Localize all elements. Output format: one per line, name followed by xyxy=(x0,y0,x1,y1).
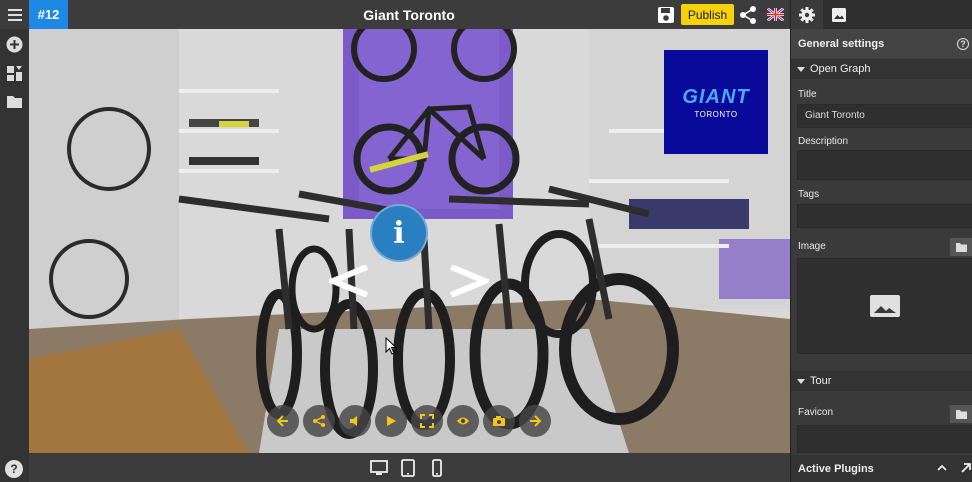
tour-id-badge[interactable]: #12 xyxy=(29,0,68,29)
logo-city-text: TORONTO xyxy=(694,109,738,119)
settings-panel: General settings ? Open Graph Title Gian… xyxy=(790,0,972,482)
section-open-graph-label: Open Graph xyxy=(810,63,871,75)
panel-title-text: General settings xyxy=(798,38,885,50)
og-title-input[interactable]: Giant Toronto xyxy=(797,104,972,128)
og-description-label: Description xyxy=(798,136,849,147)
hotspot-layout-icon[interactable] xyxy=(5,64,24,83)
device-preview-bar xyxy=(29,453,790,482)
arrow-right-icon xyxy=(530,415,542,427)
active-plugins-bar[interactable]: Active Plugins xyxy=(791,455,972,482)
og-tags-input[interactable] xyxy=(797,204,972,228)
og-title-label: Title xyxy=(798,89,817,100)
image-placeholder-icon xyxy=(870,295,900,317)
active-plugins-label: Active Plugins xyxy=(798,463,874,475)
chevron-up-icon[interactable] xyxy=(937,463,947,473)
next-button[interactable] xyxy=(519,405,551,437)
favicon-label: Favicon xyxy=(798,407,834,418)
snapshot-button[interactable] xyxy=(483,405,515,437)
image-icon xyxy=(832,7,846,22)
play-button[interactable] xyxy=(375,405,407,437)
plus-icon[interactable] xyxy=(5,35,24,54)
share-icon[interactable] xyxy=(739,5,757,25)
phone-icon[interactable] xyxy=(428,459,446,477)
giant-logo: GIANT TORONTO xyxy=(664,50,768,154)
eye-icon xyxy=(457,417,469,425)
folder-icon[interactable] xyxy=(5,92,24,111)
tour-title: Giant Toronto xyxy=(363,6,455,23)
section-tour-label: Tour xyxy=(810,375,832,387)
share-icon xyxy=(313,415,325,427)
tablet-icon[interactable] xyxy=(399,459,417,477)
help-button[interactable]: ? xyxy=(5,460,23,478)
mouse-cursor-icon xyxy=(385,337,397,355)
tab-media[interactable] xyxy=(823,0,855,29)
camera-icon xyxy=(493,416,505,426)
info-hotspot[interactable]: i xyxy=(370,204,428,262)
favicon-input[interactable] xyxy=(797,425,972,453)
share-button[interactable] xyxy=(303,405,335,437)
volume-button[interactable] xyxy=(339,405,371,437)
og-image-dropzone[interactable] xyxy=(797,258,972,354)
og-description-input[interactable] xyxy=(797,150,972,180)
tab-settings[interactable] xyxy=(791,0,823,29)
publish-button[interactable]: Publish xyxy=(681,4,734,25)
fullscreen-button[interactable] xyxy=(411,405,443,437)
view-button[interactable] xyxy=(447,405,479,437)
og-tags-label: Tags xyxy=(798,189,820,200)
mountain-icon xyxy=(874,306,896,313)
top-bar: #12 Giant Toronto Publish xyxy=(0,0,790,29)
favicon-browse-button[interactable] xyxy=(950,405,972,423)
desktop-icon[interactable] xyxy=(370,459,388,477)
tour-editor: #12 Giant Toronto Publish ? GIANT TORONT… xyxy=(0,0,972,482)
save-icon[interactable] xyxy=(656,5,676,25)
expand-icon[interactable] xyxy=(960,463,972,473)
section-open-graph[interactable]: Open Graph xyxy=(791,59,972,79)
help-icon[interactable]: ? xyxy=(957,38,969,50)
nav-right-icon[interactable] xyxy=(449,265,489,297)
viewer-controls xyxy=(267,405,551,437)
folder-icon xyxy=(956,409,967,419)
menu-icon[interactable] xyxy=(0,0,29,29)
panorama-viewer[interactable]: GIANT TORONTO i xyxy=(29,29,790,453)
panel-tabs xyxy=(791,0,972,29)
nav-left-icon[interactable] xyxy=(329,265,369,297)
og-image-browse-button[interactable] xyxy=(950,238,972,256)
chevron-down-icon xyxy=(797,378,805,384)
folder-icon xyxy=(956,242,967,252)
section-tour[interactable]: Tour xyxy=(791,371,972,391)
gear-icon xyxy=(799,6,815,23)
fullscreen-icon xyxy=(420,414,434,428)
chevron-down-icon xyxy=(797,66,805,72)
og-image-label: Image xyxy=(798,241,826,252)
volume-icon xyxy=(350,416,357,426)
arrow-left-icon xyxy=(276,415,288,427)
play-icon xyxy=(387,416,396,426)
prev-button[interactable] xyxy=(267,405,299,437)
left-toolbar xyxy=(0,29,29,482)
uk-flag-icon[interactable] xyxy=(767,8,784,21)
logo-brand-text: GIANT xyxy=(682,85,750,108)
panel-title: General settings ? xyxy=(791,29,972,59)
